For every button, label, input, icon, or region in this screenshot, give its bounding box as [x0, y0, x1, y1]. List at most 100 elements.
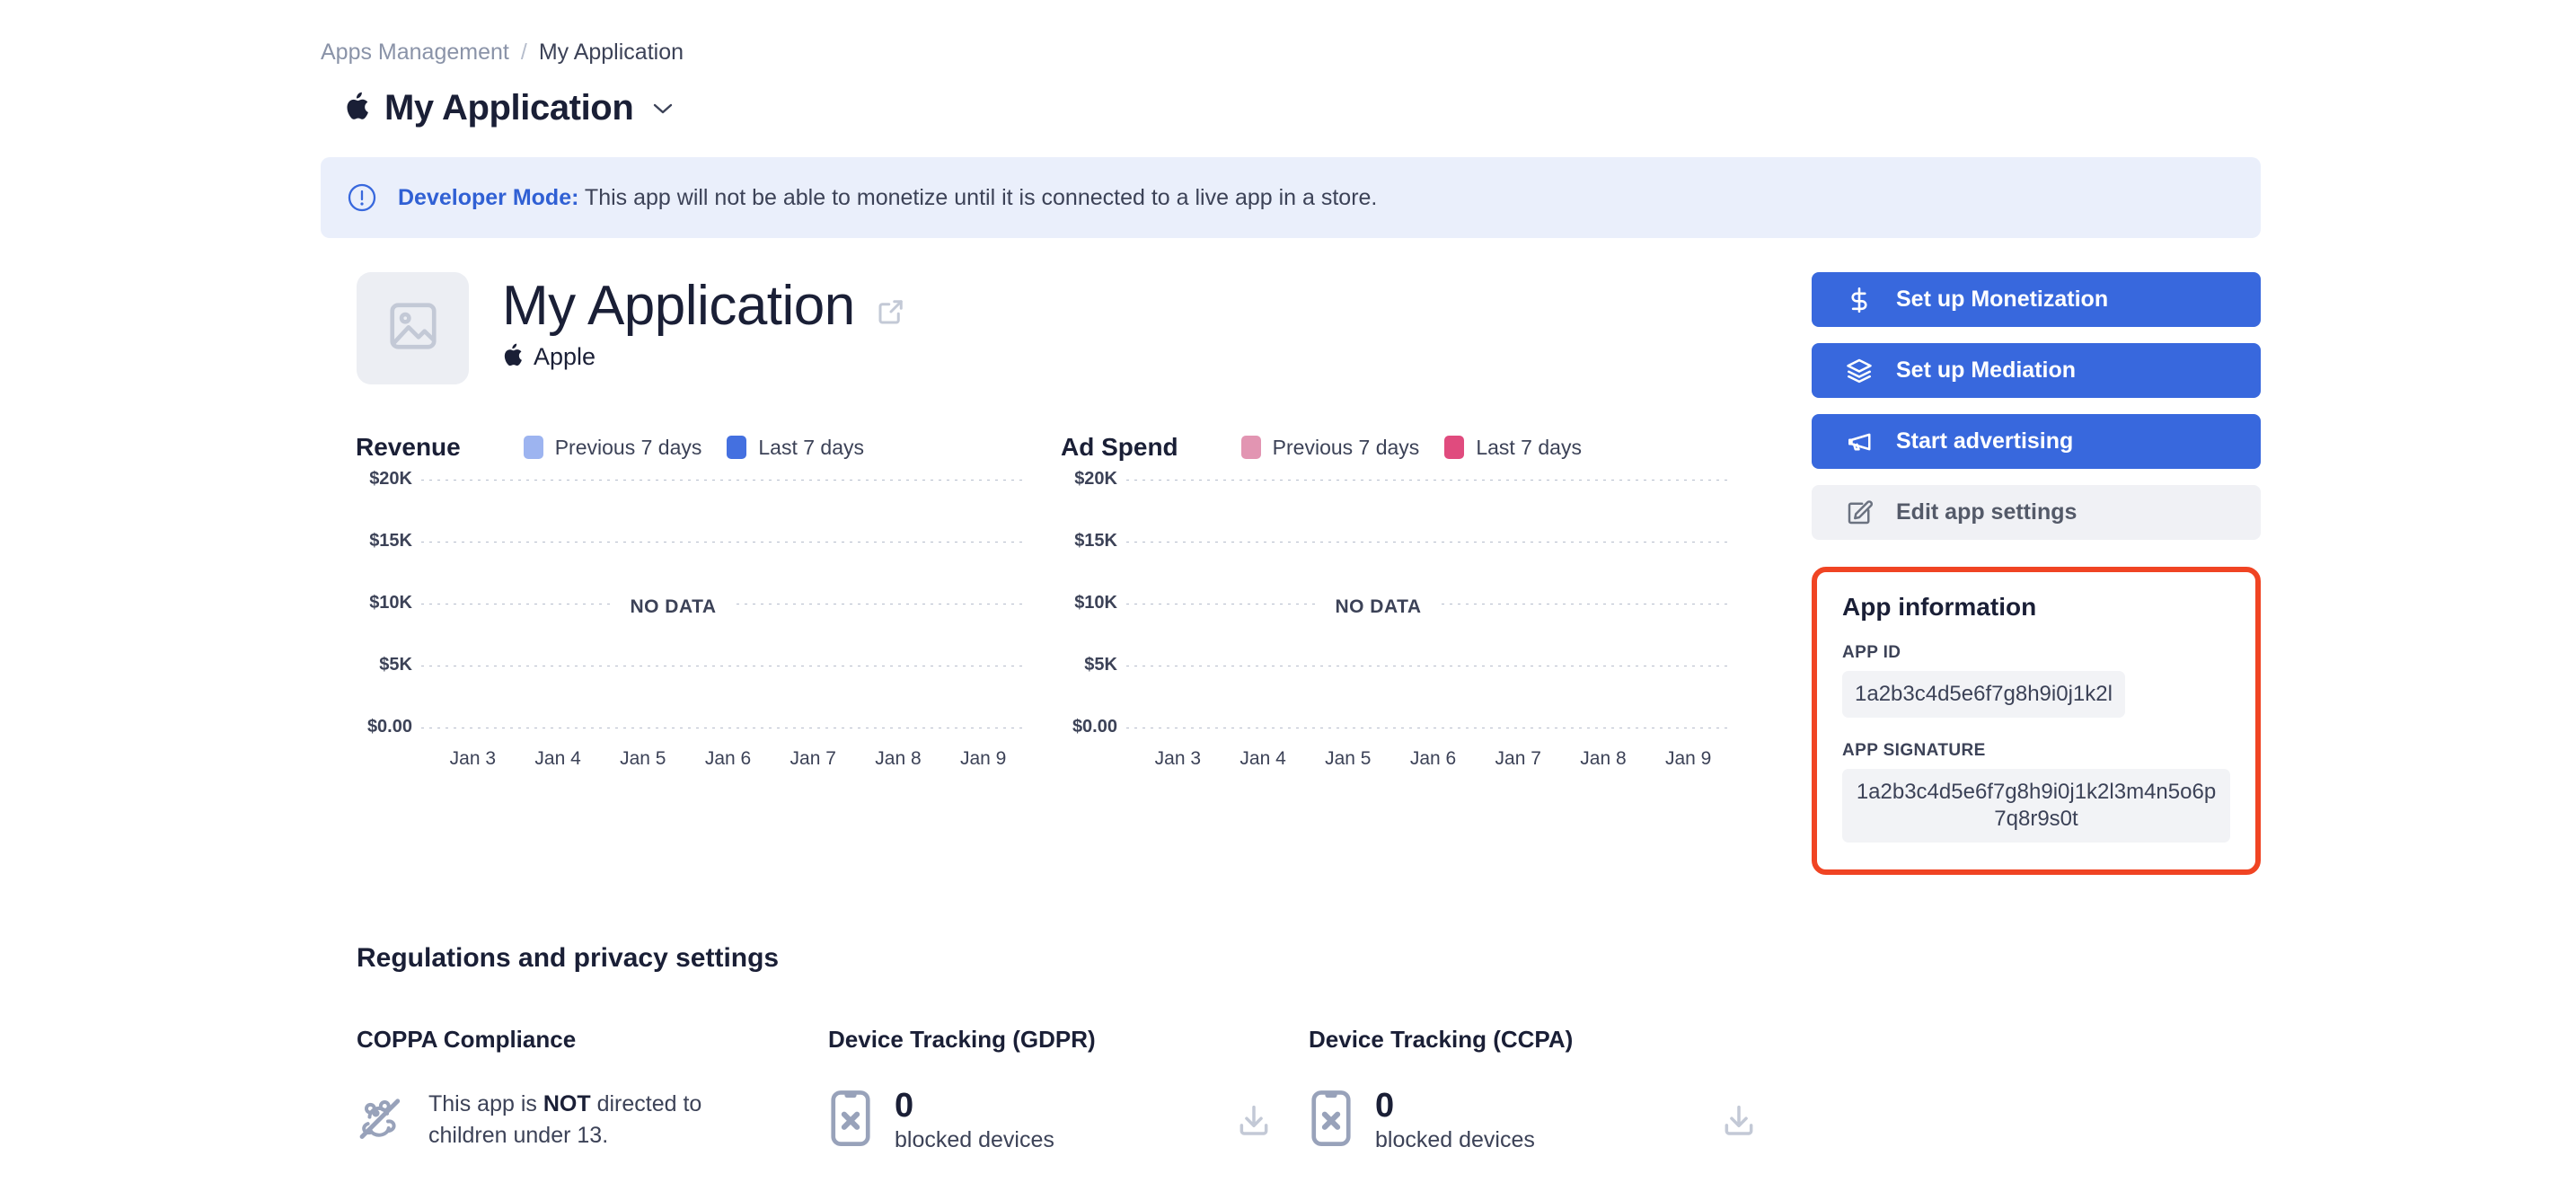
banner-text: Developer Mode: This app will not be abl…	[398, 184, 1378, 210]
x-tick: Jan 4	[1239, 748, 1286, 769]
edit-app-settings-button[interactable]: Edit app settings	[1812, 485, 2261, 540]
y-tick: $10K	[1074, 593, 1117, 613]
legend-item-last[interactable]: Last 7 days	[1444, 436, 1582, 459]
app-signature-value[interactable]: 1a2b3c4d5e6f7g8h9i0j1k2l3m4n5o6p7q8r9s0t	[1842, 769, 2230, 843]
gdpr-body: 0 blocked devices	[828, 1089, 1309, 1152]
gridline	[421, 542, 1026, 543]
app-id-label: APP ID	[1842, 643, 1901, 662]
legend-swatch-last	[1444, 436, 1465, 459]
chart-revenue-legend: Previous 7 days Last 7 days	[523, 436, 864, 459]
gdpr-count: 0 blocked devices	[895, 1087, 1054, 1152]
gdpr-heading: Device Tracking (GDPR)	[828, 1026, 1096, 1053]
breadcrumb-current: My Application	[538, 40, 684, 65]
regulations-grid: COPPA Compliance This app is NOT directe…	[357, 1028, 2261, 1152]
edit-app-settings-label: Edit app settings	[1896, 499, 2078, 525]
megaphone-icon	[1846, 428, 1873, 455]
breadcrumb: Apps Management / My Application	[321, 41, 2261, 64]
phone-blocked-icon	[828, 1089, 873, 1152]
x-tick: Jan 6	[1409, 748, 1457, 769]
teddy-bear-slash-icon	[357, 1093, 407, 1148]
x-tick: Jan 9	[1664, 748, 1712, 769]
chart-ad-spend-title: Ad Spend	[1061, 433, 1178, 461]
chart-revenue-empty-state: NO DATA	[613, 596, 733, 618]
chart-revenue: Revenue Previous 7 days Last 7 days $20K…	[321, 435, 1026, 768]
chart-ad-spend-plot: $20K $15K $10K $5K $0.00 NO DATA Jan 3 J…	[1026, 469, 1731, 768]
chart-ad-spend-empty-state: NO DATA	[1319, 596, 1438, 618]
regulations-section: Regulations and privacy settings COPPA C…	[357, 945, 2261, 1152]
chevron-down-icon[interactable]	[653, 102, 673, 115]
gdpr-download-icon[interactable]	[1235, 1102, 1309, 1140]
x-tick: Jan 4	[534, 748, 581, 769]
y-tick: $0.00	[366, 717, 412, 737]
chart-revenue-title: Revenue	[356, 433, 461, 461]
x-tick: Jan 6	[704, 748, 752, 769]
chart-ad-spend: Ad Spend Previous 7 days Last 7 days $20…	[1026, 435, 1731, 768]
apple-icon	[344, 92, 368, 126]
x-tick: Jan 8	[875, 748, 922, 769]
app-title-row: My Application	[502, 275, 907, 337]
ccpa-heading: Device Tracking (CCPA)	[1309, 1026, 1574, 1053]
page-title: My Application	[502, 275, 855, 337]
legend-swatch-last	[727, 436, 747, 459]
y-tick: $5K	[379, 655, 412, 675]
banner-message: This app will not be able to monetize un…	[578, 184, 1378, 210]
gridline	[1126, 480, 1731, 481]
external-link-icon[interactable]	[875, 285, 907, 328]
set-up-mediation-label: Set up Mediation	[1896, 357, 2076, 383]
y-tick: $0.00	[1072, 717, 1117, 737]
legend-swatch-previous	[523, 436, 543, 459]
app-id-value[interactable]: 1a2b3c4d5e6f7g8h9i0j1k2l	[1842, 671, 2125, 718]
breadcrumb-parent-link[interactable]: Apps Management	[321, 41, 509, 64]
app-platform-label: Apple	[534, 343, 596, 371]
ccpa-count: 0 blocked devices	[1375, 1087, 1535, 1153]
right-column: Set up Monetization Set up Mediation Sta…	[1812, 272, 2261, 875]
x-tick: Jan 5	[620, 748, 666, 769]
y-tick: $20K	[369, 469, 412, 489]
chart-revenue-x-axis: Jan 3 Jan 4 Jan 5 Jan 6 Jan 7 Jan 8 Jan …	[430, 749, 1026, 768]
legend-label-last: Last 7 days	[758, 435, 864, 459]
x-tick: Jan 3	[449, 748, 497, 769]
charts-row: Revenue Previous 7 days Last 7 days $20K…	[321, 435, 1735, 768]
main-area: My Application Apple Revenue Previous 7 …	[321, 272, 2261, 875]
banner-strong-label: Developer Mode:	[398, 184, 579, 210]
legend-item-last[interactable]: Last 7 days	[727, 436, 864, 459]
legend-item-previous[interactable]: Previous 7 days	[523, 436, 701, 459]
set-up-mediation-button[interactable]: Set up Mediation	[1812, 343, 2261, 398]
device-tracking-ccpa-card: Device Tracking (CCPA) 0 blocked devices	[1309, 1028, 1794, 1152]
gdpr-count-number: 0	[895, 1087, 914, 1125]
info-circle-icon	[346, 181, 378, 214]
dollar-icon	[1846, 287, 1873, 313]
app-switcher-title: My Application	[384, 88, 634, 128]
ccpa-body: 0 blocked devices	[1309, 1089, 1794, 1152]
app-detail-page: Apps Management / My Application My Appl…	[0, 0, 2576, 1200]
app-signature-field: APP SIGNATURE 1a2b3c4d5e6f7g8h9i0j1k2l3m…	[1842, 742, 2230, 843]
start-advertising-button[interactable]: Start advertising	[1812, 414, 2261, 469]
app-meta: My Application Apple	[502, 272, 907, 372]
ccpa-count-number: 0	[1375, 1087, 1395, 1125]
app-switcher[interactable]: My Application	[344, 88, 673, 128]
x-tick: Jan 3	[1154, 748, 1202, 769]
set-up-monetization-button[interactable]: Set up Monetization	[1812, 272, 2261, 327]
y-tick: $5K	[1084, 655, 1117, 675]
chart-revenue-header: Revenue Previous 7 days Last 7 days	[356, 435, 1026, 460]
coppa-body: This app is NOT directed to children und…	[357, 1089, 828, 1151]
ccpa-download-icon[interactable]	[1720, 1102, 1794, 1140]
x-tick: Jan 8	[1580, 748, 1627, 769]
legend-label-previous: Previous 7 days	[1272, 435, 1420, 459]
breadcrumb-separator: /	[520, 40, 527, 65]
start-advertising-label: Start advertising	[1896, 428, 2074, 454]
device-tracking-gdpr-card: Device Tracking (GDPR) 0 blocked devices	[828, 1028, 1309, 1152]
chart-ad-spend-header: Ad Spend Previous 7 days Last 7 days	[1061, 435, 1731, 460]
phone-blocked-icon	[1309, 1089, 1354, 1152]
image-placeholder-icon	[385, 298, 441, 358]
app-information-title: App information	[1842, 593, 2037, 621]
legend-item-previous[interactable]: Previous 7 days	[1240, 435, 1420, 459]
legend-label-last: Last 7 days	[1476, 435, 1582, 459]
developer-mode-banner: Developer Mode: This app will not be abl…	[321, 157, 2261, 238]
coppa-text-strong: NOT	[543, 1091, 591, 1116]
chart-ad-spend-x-axis: Jan 3 Jan 4 Jan 5 Jan 6 Jan 7 Jan 8 Jan …	[1135, 749, 1731, 768]
ccpa-count-label: blocked devices	[1375, 1127, 1535, 1153]
coppa-heading: COPPA Compliance	[357, 1026, 577, 1053]
left-column: My Application Apple Revenue Previous 7 …	[321, 272, 1735, 875]
apple-icon	[502, 343, 522, 372]
